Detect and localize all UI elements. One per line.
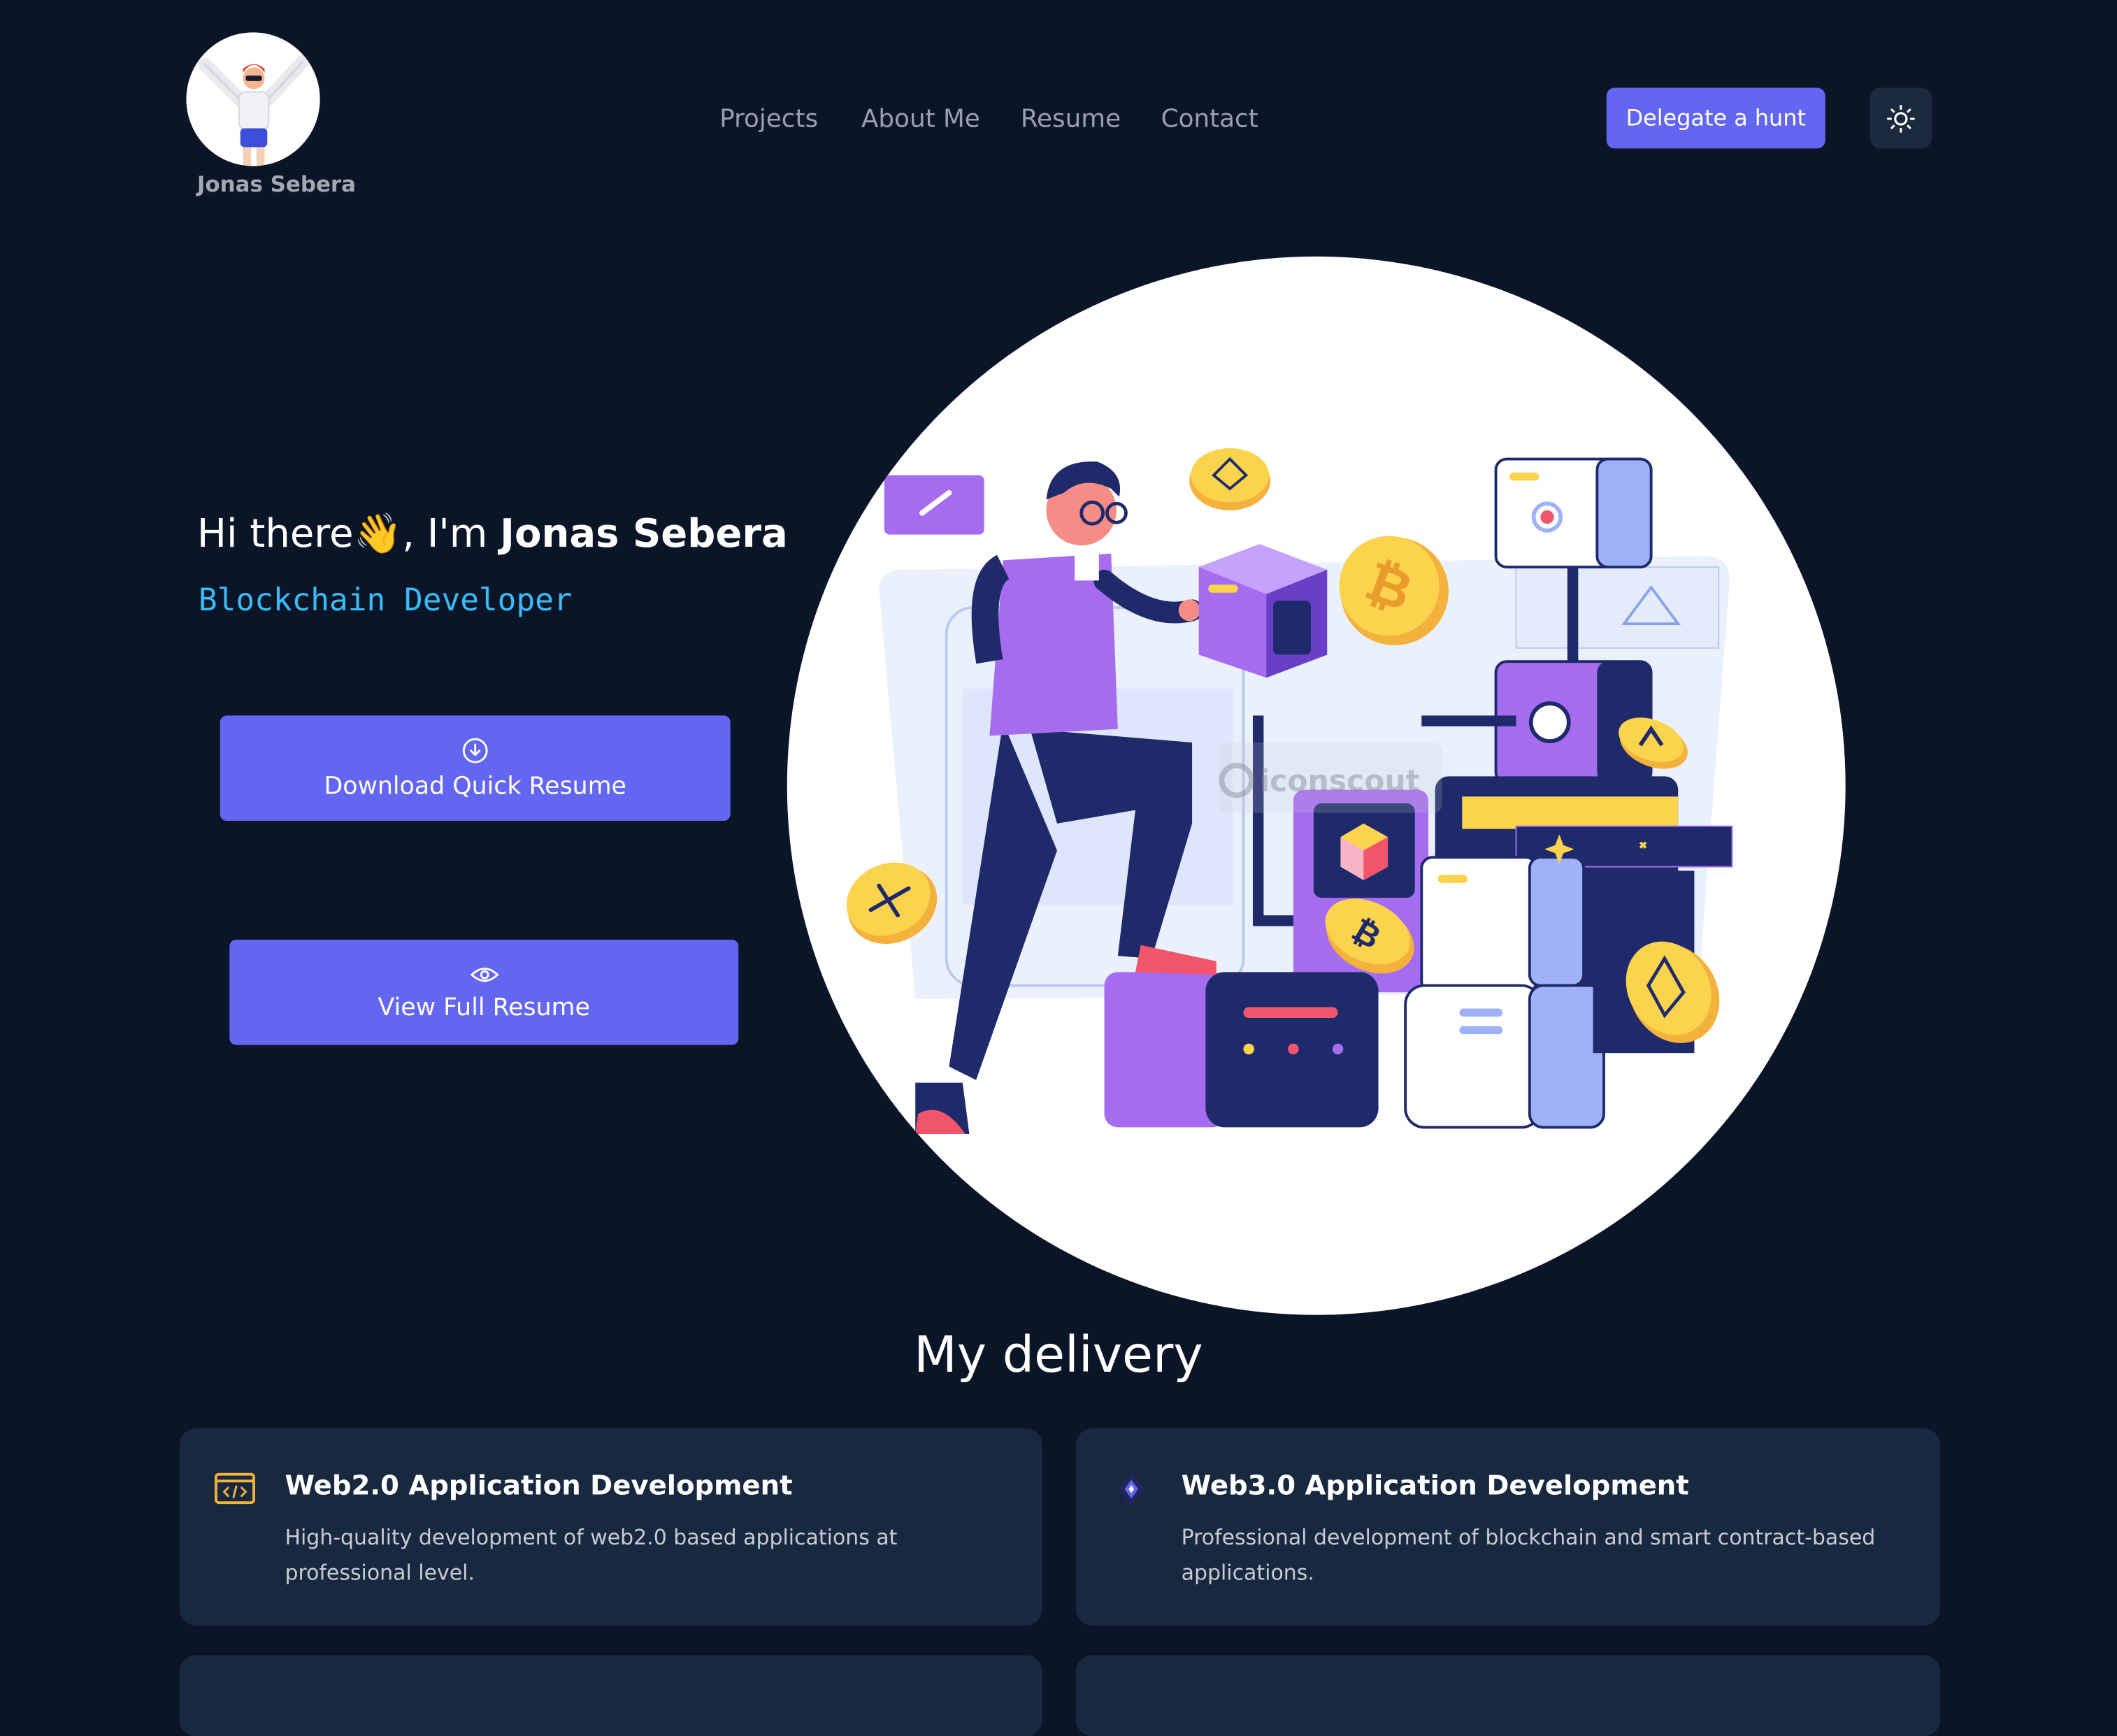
- view-resume-label: View Full Resume: [378, 993, 590, 1021]
- service-card-web3: Web3.0 Application Development Professio…: [1076, 1428, 1940, 1626]
- download-resume-label: Download Quick Resume: [324, 771, 626, 801]
- avatar-illustration-icon: [186, 32, 320, 166]
- code-window-icon: [213, 1469, 257, 1509]
- card-description: High-quality development of web2.0 based…: [285, 1526, 898, 1585]
- section-title: My delivery: [914, 1326, 1203, 1384]
- blockchain-illustration: ₿ ₿ iconscout: [846, 448, 1733, 1135]
- nav-projects[interactable]: Projects: [719, 106, 818, 134]
- hero-role: Blockchain Developer: [198, 583, 573, 619]
- wave-emoji: 👋: [353, 510, 403, 557]
- svg-text:iconscout: iconscout: [1260, 765, 1420, 799]
- site-logo[interactable]: Jonas Sebera: [186, 32, 375, 208]
- avatar: [186, 32, 320, 166]
- eye-icon: [469, 967, 498, 982]
- delegate-hunt-label: Delegate a hunt: [1626, 105, 1806, 131]
- card-description: Professional development of blockchain a…: [1181, 1526, 1876, 1585]
- theme-toggle-button[interactable]: [1870, 87, 1932, 149]
- hero-name: Jonas Sebera: [500, 510, 788, 557]
- ethereum-diamond-icon: [1110, 1469, 1153, 1509]
- coin-eth-top: [1189, 448, 1271, 510]
- hero-greeting: Hi there👋, I'm Jonas Sebera: [197, 510, 788, 558]
- delegate-hunt-button[interactable]: Delegate a hunt: [1606, 87, 1825, 149]
- nav-about-me[interactable]: About Me: [861, 106, 980, 134]
- card-title: Web2.0 Application Development: [285, 1468, 793, 1502]
- card-title: Web3.0 Application Development: [1181, 1468, 1689, 1502]
- greeting-prefix: Hi there: [196, 510, 354, 557]
- logo-name: Jonas Sebera: [196, 171, 356, 197]
- sun-icon: [1886, 104, 1915, 132]
- service-card-partial-left: [179, 1655, 1042, 1736]
- download-resume-button[interactable]: Download Quick Resume: [220, 715, 731, 822]
- nav-resume[interactable]: Resume: [1021, 106, 1121, 134]
- download-circle-icon: [462, 737, 488, 763]
- service-card-web2: Web2.0 Application Development High-qual…: [179, 1428, 1042, 1626]
- service-card-partial-right: [1076, 1655, 1940, 1736]
- view-resume-button[interactable]: View Full Resume: [229, 939, 739, 1045]
- iconscout-watermark: iconscout: [1219, 743, 1442, 813]
- greeting-mid: , I'm: [402, 510, 501, 557]
- hero-illustration: ₿ ₿ iconscout: [787, 256, 1846, 1315]
- nav-contact[interactable]: Contact: [1161, 106, 1258, 134]
